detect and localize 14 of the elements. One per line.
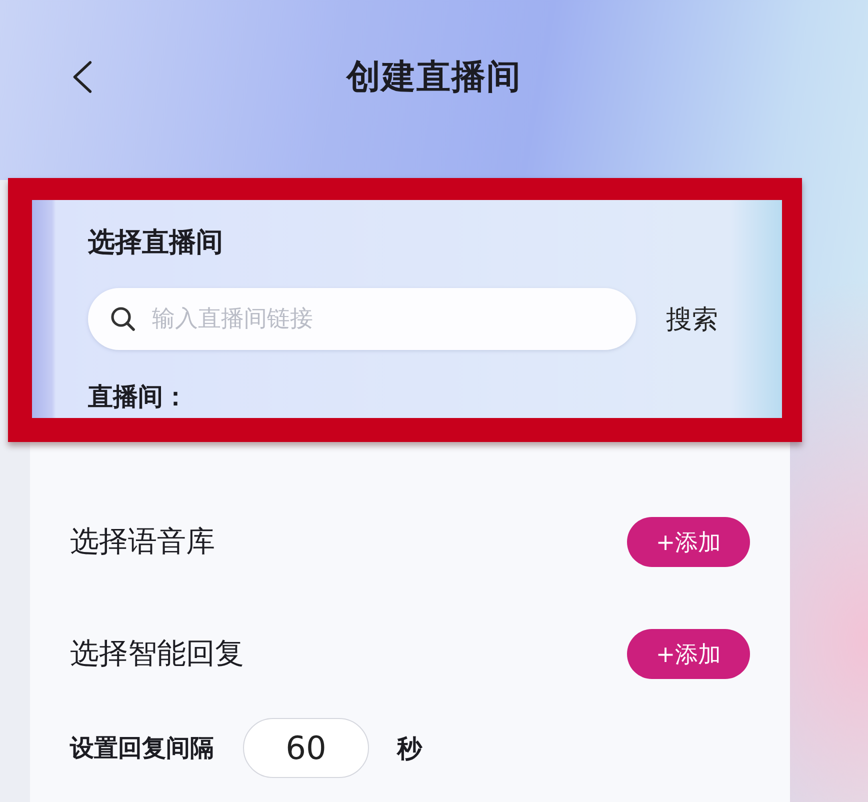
back-icon[interactable] [72,60,92,94]
interval-field[interactable]: 60 [243,718,369,778]
option-label: 选择语音库 [70,523,215,560]
search-icon [110,306,136,332]
room-label: 直播间： [88,382,188,412]
option-label: 选择智能回复 [70,635,244,672]
section-title: 选择直播间 [88,226,223,260]
unit-label: 秒 [397,732,422,764]
page-title: 创建直播间 [346,56,522,99]
add-button[interactable]: +添加 [627,629,750,679]
interval-label: 设置回复间隔 [70,733,214,764]
search-button[interactable]: 搜索 [666,302,718,336]
add-button[interactable]: +添加 [627,517,750,567]
search-field[interactable]: 输入直播间链接 [88,288,636,350]
